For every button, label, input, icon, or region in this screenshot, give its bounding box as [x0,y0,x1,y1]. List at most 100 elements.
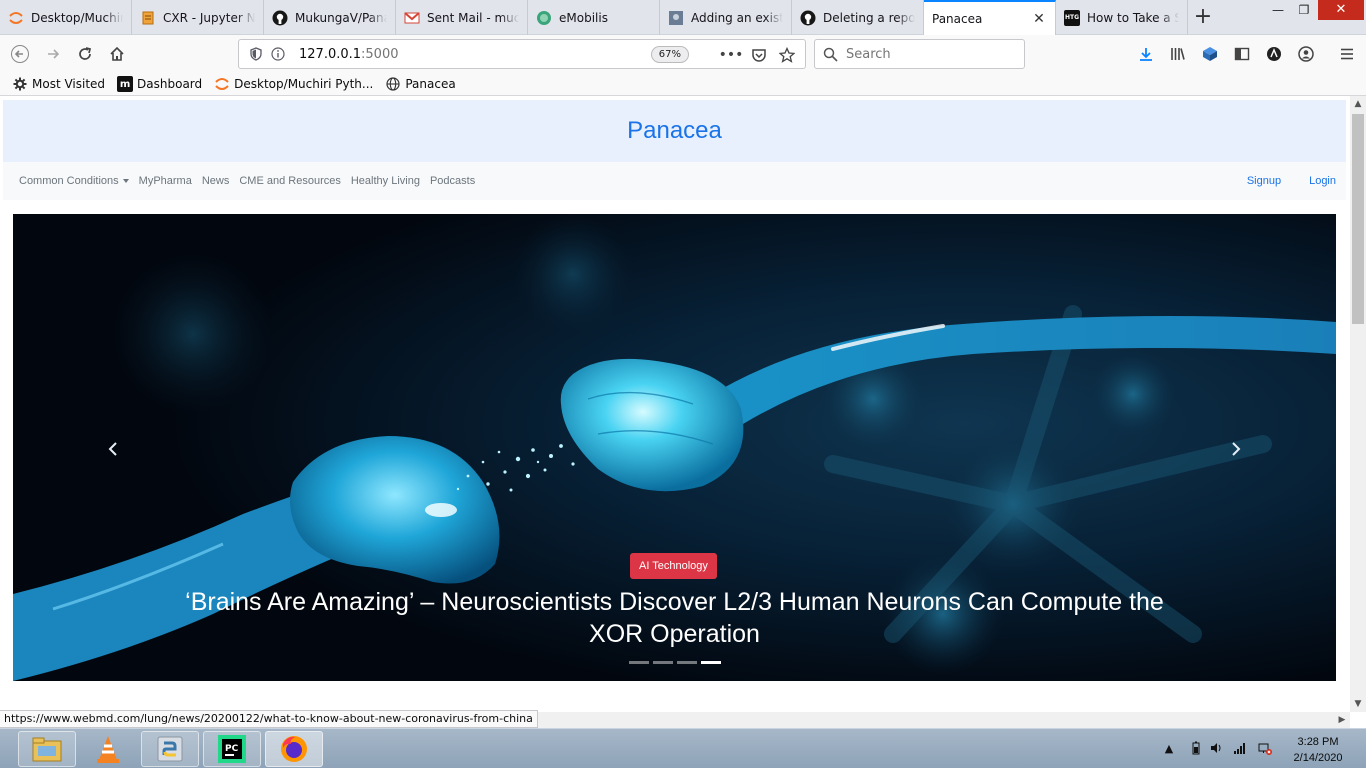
nav-cme-resources[interactable]: CME and Resources [239,175,341,187]
notebook-icon [140,10,156,26]
chevron-right-icon [1232,442,1241,456]
zoom-indicator[interactable]: 67% [650,46,689,63]
extension-button-2[interactable] [1263,44,1285,64]
forward-button[interactable] [38,39,68,69]
info-icon[interactable] [267,47,289,61]
tab-deleting-repo[interactable]: Deleting a reposi [792,0,924,35]
tab-emobilis[interactable]: eMobilis [528,0,660,35]
site-title[interactable]: Panacea [627,117,722,145]
show-hidden-icons[interactable]: ▲ [1162,741,1176,755]
battery-icon[interactable] [1189,741,1203,755]
category-badge[interactable]: AI Technology [630,553,717,579]
taskbar-python[interactable] [141,731,199,767]
taskbar-file-explorer[interactable] [18,731,76,767]
tab-how-to-take[interactable]: HTG How to Take a Sc [1056,0,1188,35]
url-port: :5000 [361,46,399,62]
page-icon [668,10,684,26]
nav-podcasts[interactable]: Podcasts [430,175,475,187]
scroll-up-icon[interactable]: ▲ [1350,96,1366,112]
firefox-icon [281,736,307,762]
menu-button[interactable] [1336,44,1358,64]
bookmark-star-icon[interactable] [777,45,797,65]
carousel-next-button[interactable] [1221,434,1251,464]
nav-mypharma[interactable]: MyPharma [139,175,192,187]
bookmark-label: Most Visited [32,77,106,91]
taskbar-pycharm[interactable]: PC [203,731,261,767]
tab-sent-mail[interactable]: Sent Mail - much [396,0,528,35]
signal-icon[interactable] [1233,741,1247,755]
url-bar[interactable]: 127.0.0.1:5000 67% ••• [238,39,806,69]
network-disconnected-icon[interactable] [1258,741,1272,755]
library-button[interactable] [1167,44,1189,64]
restore-button[interactable]: ❐ [1290,0,1318,20]
tab-cxr-jupyter[interactable]: CXR - Jupyter Nc [132,0,264,35]
downloads-button[interactable] [1135,44,1157,64]
nav-label: Common Conditions [19,175,119,187]
extension-circle-icon [1267,47,1281,61]
shield-icon[interactable] [245,47,267,61]
taskbar-firefox[interactable] [265,731,323,767]
site-header: Panacea [3,100,1346,162]
vertical-scrollbar[interactable]: ▲ ▼ [1350,96,1366,712]
arrow-left-icon [11,45,29,63]
account-button[interactable] [1295,44,1317,64]
github-icon [800,10,816,26]
signup-link[interactable]: Signup [1247,175,1281,187]
reload-button[interactable] [70,39,100,69]
close-window-button[interactable]: ✕ [1318,0,1364,20]
pocket-icon[interactable] [749,45,769,65]
nav-healthy-living[interactable]: Healthy Living [351,175,420,187]
volume-icon[interactable] [1209,741,1223,755]
new-tab-button[interactable]: + [1190,5,1216,31]
slide-caption[interactable]: ‘Brains Are Amazing’ – Neuroscientists D… [173,586,1176,650]
carousel-indicator-2[interactable] [653,661,673,664]
bookmark-label: Desktop/Muchiri Pyth... [234,77,374,91]
sidebar-icon [1234,47,1250,61]
back-button[interactable] [5,39,35,69]
github-icon [272,10,288,26]
reload-icon [79,47,92,60]
carousel-prev-button[interactable] [98,434,128,464]
extension-button[interactable] [1199,44,1221,64]
tab-adding-existing[interactable]: Adding an existin [660,0,792,35]
carousel-indicator-3[interactable] [677,661,697,664]
scroll-right-icon[interactable]: ▶ [1334,712,1350,728]
carousel-indicators [629,661,725,664]
home-button[interactable] [102,39,132,69]
login-link[interactable]: Login [1309,175,1336,187]
bookmark-panacea[interactable]: Panacea [385,76,456,92]
taskbar-vlc[interactable] [79,731,137,767]
chevron-left-icon [108,442,117,456]
carousel-indicator-4[interactable] [701,661,721,664]
minimize-button[interactable]: — [1264,0,1292,20]
system-clock[interactable]: 3:28 PM 2/14/2020 [1282,734,1354,766]
close-tab-icon[interactable]: ✕ [1031,11,1047,27]
tab-desktop-muchiri[interactable]: Desktop/Muchiri [0,0,132,35]
tab-strip: Desktop/Muchiri CXR - Jupyter Nc Mukunga… [0,0,1366,36]
scrollbar-thumb[interactable] [1352,114,1364,324]
globe-icon [536,10,552,26]
bookmark-dashboard[interactable]: m Dashboard [117,76,202,92]
nav-news[interactable]: News [202,175,230,187]
bookmark-desktop-muchiri[interactable]: Desktop/Muchiri Pyth... [214,76,373,92]
svg-text:PC: PC [225,744,239,754]
tab-title: Desktop/Muchiri [31,10,123,25]
bookmark-label: Dashboard [137,77,203,91]
arrow-right-icon [48,49,60,59]
page-actions-icon[interactable]: ••• [719,45,744,65]
home-icon [110,46,124,61]
search-input[interactable] [846,46,1016,62]
globe-icon [385,76,401,92]
tab-panacea[interactable]: Panacea ✕ [924,0,1056,36]
search-bar[interactable] [814,39,1025,69]
url-host: 127.0.0.1 [299,46,362,62]
tab-title: CXR - Jupyter Nc [163,10,255,25]
carousel-indicator-1[interactable] [629,661,649,664]
tab-github-mukungav[interactable]: MukungaV/Pana [264,0,396,35]
nav-common-conditions[interactable]: Common Conditions [19,175,129,187]
bookmark-most-visited[interactable]: Most Visited [12,76,105,92]
scroll-down-icon[interactable]: ▼ [1350,696,1366,712]
htg-icon: HTG [1064,9,1080,26]
sidebar-button[interactable] [1231,44,1253,64]
search-icon [823,47,838,62]
